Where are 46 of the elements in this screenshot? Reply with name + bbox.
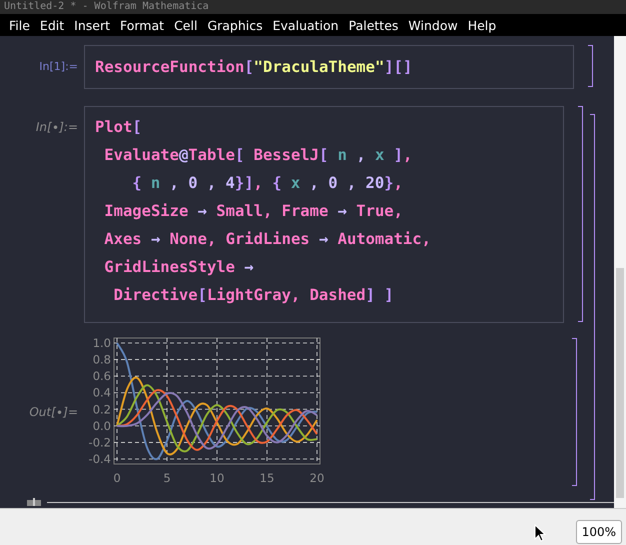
code-line: ImageSize → Small, Frame → True, (103, 201, 404, 222)
menu-item[interactable]: Edit (40, 18, 64, 32)
menu-item[interactable]: Help (468, 18, 496, 32)
x-tick-label: 15 (260, 471, 274, 485)
input-label: In[∙]:= (34, 119, 79, 134)
x-tick-label: 20 (310, 471, 324, 485)
code-line: { n , 0 , 4}], { x , 0 , 20}, (131, 173, 404, 194)
menu-item[interactable]: Palettes (348, 18, 398, 32)
code-line: Plot[ (95, 117, 143, 138)
x-tick-label: 5 (163, 471, 171, 485)
insert-cell-icon[interactable] (27, 498, 41, 506)
menu-item[interactable]: Insert (74, 18, 110, 32)
x-tick-label: 0 (113, 471, 121, 485)
menu-item[interactable]: Evaluation (272, 18, 339, 32)
zoom-dropdown[interactable]: 100% (576, 520, 622, 544)
input-cell[interactable]: Plot[ Evaluate@Table[ BesselJ[ n , x ], { n , 0 , 4}], { x , 0 , 20}, ImageSize → Small, Frame → True, Axes → None, GridLines → Automatic, GridLinesStyle → Directive[LightGray, Dashed] ] (84, 106, 564, 323)
scrollbar-thumb[interactable] (616, 268, 624, 498)
scrollbar[interactable] (614, 36, 626, 508)
menu-item[interactable]: File (9, 18, 30, 32)
y-tick-label: 0.6 (92, 369, 111, 384)
code-line: GridLinesStyle → (103, 257, 255, 278)
mouse-cursor-icon (534, 524, 546, 542)
y-tick-label: -0.4 (88, 452, 111, 466)
y-tick-label: -0.2 (88, 435, 111, 450)
y-tick-label: 0.0 (92, 418, 111, 433)
menu-item[interactable]: Cell (174, 18, 198, 32)
code-line: Axes → None, GridLines → Automatic, (103, 229, 432, 250)
cell-bracket[interactable] (588, 45, 593, 87)
x-tick-label: 10 (210, 471, 224, 485)
y-tick-label: 1.0 (92, 336, 111, 350)
input-cell[interactable]: ResourceFunction["DraculaTheme"][] (84, 45, 574, 89)
output-label: Out[∙]= (28, 405, 79, 419)
y-tick-label: 0.2 (92, 402, 111, 416)
y-tick-label: 0.8 (92, 352, 111, 367)
input-label: In[1]:= (38, 59, 79, 73)
window-title: Untitled-2 * - Wolfram Mathematica (0, 0, 626, 14)
menu-item[interactable]: Format (120, 18, 164, 32)
code-line: Directive[LightGray, Dashed] ] (112, 285, 395, 306)
code-line: ResourceFunction["DraculaTheme"][] (95, 57, 414, 78)
menu-item[interactable]: Graphics (207, 18, 263, 32)
cell-bracket[interactable] (578, 106, 583, 322)
menu-item[interactable]: Window (408, 18, 458, 32)
cell-bracket[interactable] (572, 338, 577, 486)
group-bracket[interactable] (590, 114, 595, 500)
code-line: Evaluate@Table[ BesselJ[ n , x ], (103, 145, 414, 166)
y-tick-label: 0.4 (92, 386, 111, 400)
